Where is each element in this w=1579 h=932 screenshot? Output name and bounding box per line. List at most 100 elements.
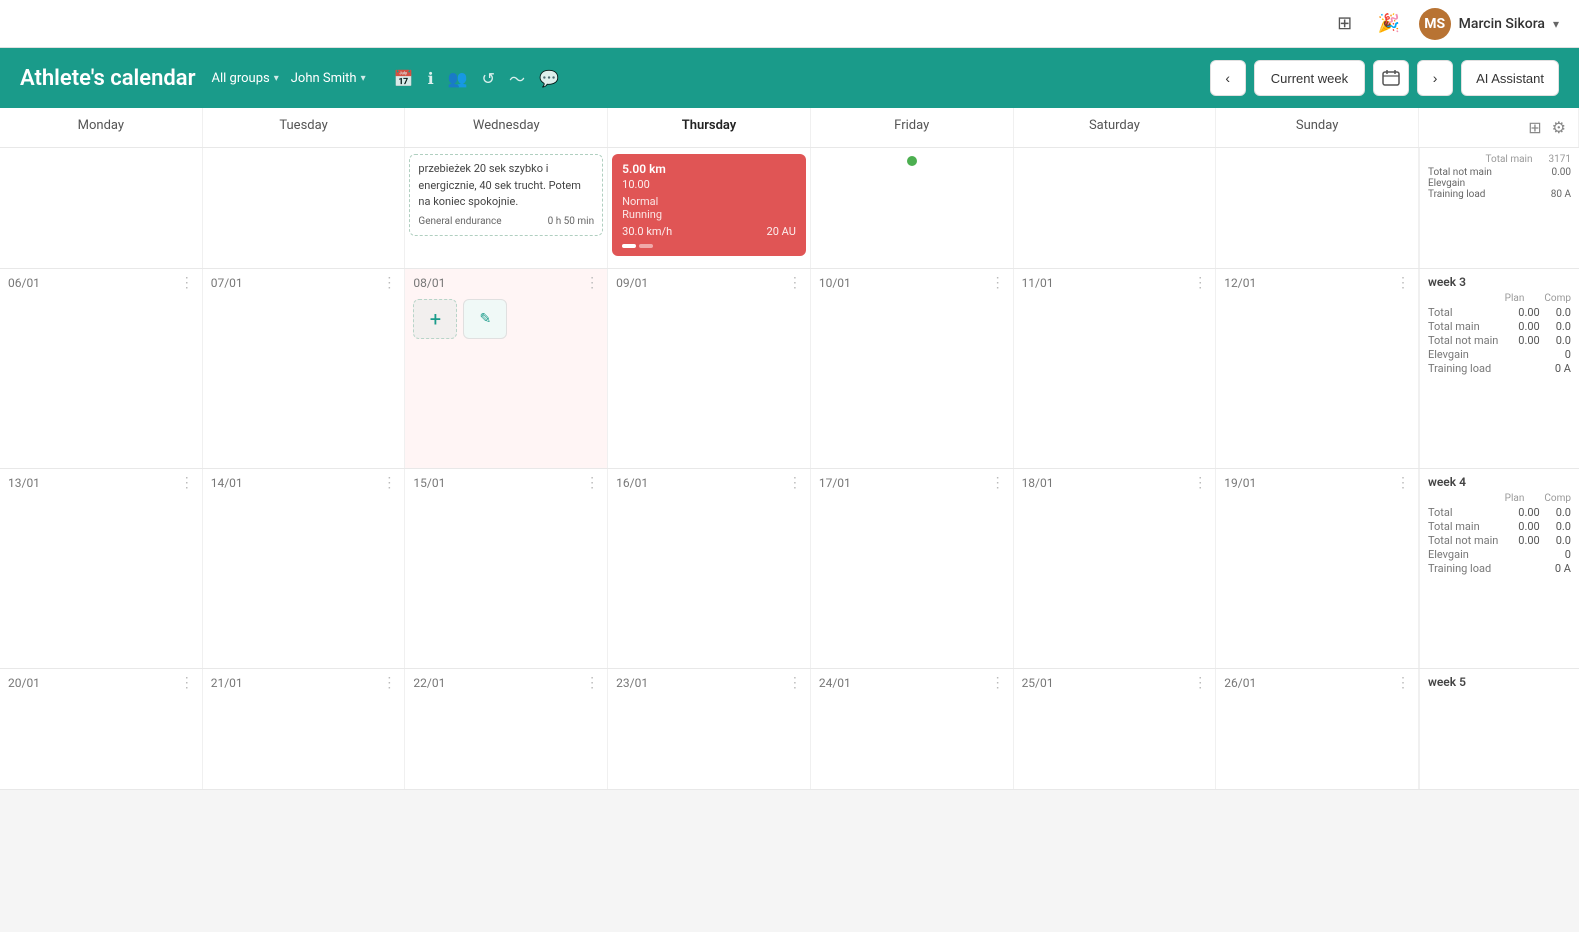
date-mon-w3: 06/01 — [8, 276, 40, 290]
ai-assistant-button[interactable]: AI Assistant — [1461, 60, 1559, 96]
date-row-sun-w5: 26/01 ⋮ — [1220, 673, 1414, 695]
info-icon[interactable]: ℹ — [428, 69, 434, 88]
date-wed-w5: 22/01 — [413, 676, 445, 690]
more-icon-wed-w4[interactable]: ⋮ — [585, 475, 599, 491]
day-cell-wed-w3: 08/01 ⋮ + ✎ — [405, 269, 608, 468]
card-type-red: Running — [622, 208, 796, 221]
date-row-sat-w5: 25/01 ⋮ — [1018, 673, 1212, 695]
more-icon-sun-w4[interactable]: ⋮ — [1396, 475, 1410, 491]
training-card-running[interactable]: 5.00 km 10.00 Normal Running 30.0 km/h 2… — [612, 154, 806, 256]
more-icon-tue-w3[interactable]: ⋮ — [382, 275, 396, 291]
total-not-main-label: Total not main — [1428, 167, 1492, 178]
summary-elevgain-row-w4: Elevgain 0 — [1428, 548, 1571, 561]
more-icon-sat-w5[interactable]: ⋮ — [1193, 675, 1207, 691]
party-icon[interactable]: 🎉 — [1375, 10, 1403, 38]
edit-activity-button[interactable]: ✎ — [463, 299, 507, 339]
more-icon-wed-w5[interactable]: ⋮ — [585, 675, 599, 691]
more-icon-sat-w3[interactable]: ⋮ — [1193, 275, 1207, 291]
next-week-button[interactable]: › — [1417, 60, 1453, 96]
prev-week-button[interactable]: ‹ — [1210, 60, 1246, 96]
calendar-header: Athlete's calendar All groups ▾ John Smi… — [0, 48, 1579, 108]
summary-not-main-row: Total not main 0.00 0.0 — [1428, 334, 1571, 347]
week5-summary: week 5 — [1419, 669, 1579, 789]
user-info[interactable]: MS Marcin Sikora ▾ — [1419, 8, 1559, 40]
card-type: General endurance — [418, 215, 501, 229]
calendar-grid: Monday Tuesday Wednesday Thursday Friday… — [0, 108, 1579, 790]
header-summary: ⊞ ⚙ — [1419, 108, 1579, 147]
athlete-caret-icon: ▾ — [361, 73, 366, 84]
training-card-endurance[interactable]: przebieżek 20 sek szybko i energicznie, … — [409, 154, 603, 236]
elevgain-val-w3: 0 — [1565, 348, 1571, 361]
more-icon-sun-w3[interactable]: ⋮ — [1396, 275, 1410, 291]
grid-view-icon[interactable]: ⊞ — [1528, 118, 1541, 137]
plan-comp-header: Plan Comp — [1428, 293, 1571, 304]
athlete-filter[interactable]: John Smith ▾ — [291, 71, 366, 86]
more-icon-sun-w5[interactable]: ⋮ — [1396, 675, 1410, 691]
filter-caret-icon: ▾ — [274, 73, 279, 84]
more-icon-thu-w5[interactable]: ⋮ — [788, 675, 802, 691]
training-load-label: Training load — [1428, 189, 1485, 200]
day-cell-tue-w3: 07/01 ⋮ — [203, 269, 406, 468]
date-row-fri-w4: 17/01 ⋮ — [815, 473, 1009, 495]
all-groups-filter[interactable]: All groups ▾ — [212, 71, 279, 86]
day-cell-sun-w5: 26/01 ⋮ — [1216, 669, 1419, 789]
date-mon-w5: 20/01 — [8, 676, 40, 690]
day-cell-wed-w5: 22/01 ⋮ — [405, 669, 608, 789]
week-4-row: 13/01 ⋮ 14/01 ⋮ 15/01 ⋮ 16/01 ⋮ 17/01 — [0, 469, 1579, 669]
users-icon[interactable]: 👥 — [448, 69, 468, 88]
more-icon-mon-w4[interactable]: ⋮ — [180, 475, 194, 491]
date-row-fri-w3: 10/01 ⋮ — [815, 273, 1009, 295]
date-wed-w3: 08/01 — [413, 276, 445, 290]
day-cell-thu-w4: 16/01 ⋮ — [608, 469, 811, 668]
grid-icon[interactable]: ⊞ — [1331, 10, 1359, 38]
header-monday: Monday — [0, 108, 203, 147]
more-icon-fri-w5[interactable]: ⋮ — [991, 675, 1005, 691]
cal-toolbar-icons: 📅 ℹ 👥 ↺ 〜 💬 — [394, 66, 559, 90]
plan-header-w4: Plan — [1505, 493, 1525, 504]
header-wednesday: Wednesday — [405, 108, 608, 147]
day-cell-mon-w3: 06/01 ⋮ — [0, 269, 203, 468]
calendar-icon[interactable]: 📅 — [394, 69, 414, 88]
date-tue-w4: 14/01 — [211, 476, 243, 490]
day-cell-wed-w4: 15/01 ⋮ — [405, 469, 608, 668]
week3-actions: + ✎ — [409, 295, 603, 343]
total-not-main-val: 0.00 — [1551, 167, 1571, 178]
calendar-view-button[interactable] — [1373, 60, 1409, 96]
add-activity-button[interactable]: + — [413, 299, 457, 339]
card-duration: 0 h 50 min — [548, 215, 595, 229]
date-sun-w5: 26/01 — [1224, 676, 1256, 690]
week2-summary: Total main 3171 Total not main 0.00 Elev… — [1419, 148, 1579, 268]
chat-icon[interactable]: 💬 — [539, 69, 559, 88]
more-icon-tue-w4[interactable]: ⋮ — [382, 475, 396, 491]
total-not-main-comp-w4: 0.0 — [1556, 534, 1571, 547]
week4-label: week 4 — [1428, 475, 1571, 489]
more-icon-fri-w4[interactable]: ⋮ — [991, 475, 1005, 491]
total-not-main-label-w3: Total not main — [1428, 334, 1498, 347]
more-icon-mon-w3[interactable]: ⋮ — [180, 275, 194, 291]
more-icon-sat-w4[interactable]: ⋮ — [1193, 475, 1207, 491]
summary-not-main-row-w4: Total not main 0.00 0.0 — [1428, 534, 1571, 547]
more-icon-wed-w3[interactable]: ⋮ — [585, 275, 599, 291]
more-icon-tue-w5[interactable]: ⋮ — [382, 675, 396, 691]
user-name: Marcin Sikora — [1459, 16, 1545, 32]
date-row-mon-w3: 06/01 ⋮ — [4, 273, 198, 295]
settings-icon[interactable]: ⚙ — [1552, 118, 1566, 137]
more-icon-fri-w3[interactable]: ⋮ — [991, 275, 1005, 291]
refresh-icon[interactable]: ↺ — [482, 69, 495, 88]
plan-header: Plan — [1505, 293, 1525, 304]
day-cell-thu-w2: 5.00 km 10.00 Normal Running 30.0 km/h 2… — [608, 148, 811, 268]
header-right: ‹ Current week › AI Assistant — [1210, 60, 1559, 96]
more-icon-mon-w5[interactable]: ⋮ — [180, 675, 194, 691]
total-main-plan-w4: 0.00 — [1518, 520, 1539, 533]
training-load-val: 80 A — [1551, 189, 1571, 200]
summary-elevgain-row: Elevgain 0 — [1428, 348, 1571, 361]
more-icon-thu-w3[interactable]: ⋮ — [788, 275, 802, 291]
day-cell-sat-w4: 18/01 ⋮ — [1014, 469, 1217, 668]
trend-icon[interactable]: 〜 — [509, 66, 525, 90]
current-week-button[interactable]: Current week — [1254, 60, 1365, 96]
total-main-comp-w4: 0.0 — [1556, 520, 1571, 533]
day-cell-mon-w2 — [0, 148, 203, 268]
more-icon-thu-w4[interactable]: ⋮ — [788, 475, 802, 491]
summary-total-row: Total 0.00 0.0 — [1428, 306, 1571, 319]
date-thu-w5: 23/01 — [616, 676, 648, 690]
